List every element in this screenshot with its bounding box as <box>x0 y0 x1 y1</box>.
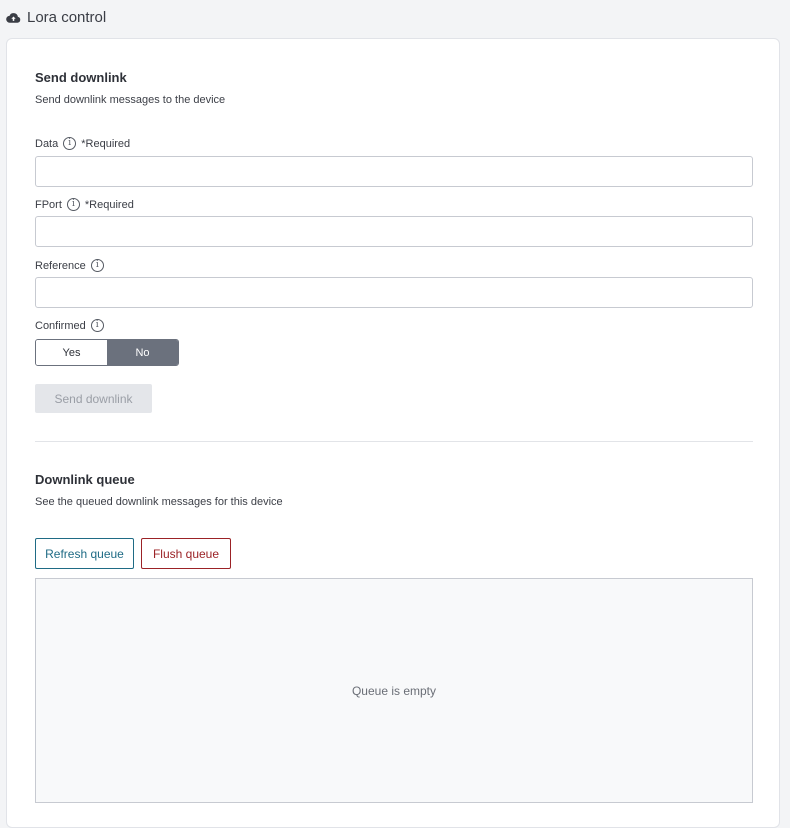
confirmed-field-label: Confirmed i <box>35 319 104 332</box>
send-downlink-title: Send downlink <box>35 70 127 85</box>
required-indicator: *Required <box>84 198 134 211</box>
confirmed-yes-option[interactable]: Yes <box>36 340 107 365</box>
page-title: Lora control <box>27 9 107 26</box>
downlink-queue-subtitle: See the queued downlink messages for thi… <box>35 496 283 508</box>
confirmed-label-text: Confirmed <box>35 319 86 332</box>
downlink-queue-title: Downlink queue <box>35 472 135 487</box>
downlink-queue-list: Queue is empty <box>35 578 753 803</box>
page-header: Lora control <box>6 9 106 26</box>
send-downlink-button[interactable]: Send downlink <box>35 384 152 413</box>
reference-label-text: Reference <box>35 259 86 272</box>
queue-empty-message: Queue is empty <box>351 683 437 698</box>
confirmed-toggle: Yes No <box>35 339 179 366</box>
info-icon[interactable]: i <box>66 198 80 211</box>
lora-control-card: Send downlink Send downlink messages to … <box>6 38 780 828</box>
cloud-upload-icon <box>6 12 21 23</box>
confirmed-no-option[interactable]: No <box>107 340 178 365</box>
fport-input[interactable] <box>35 216 753 247</box>
flush-queue-button[interactable]: Flush queue <box>141 538 231 569</box>
send-downlink-subtitle: Send downlink messages to the device <box>35 94 226 106</box>
section-divider <box>35 441 753 442</box>
info-icon[interactable]: i <box>90 259 104 272</box>
required-indicator: *Required <box>81 137 131 150</box>
data-label-text: Data <box>35 137 59 150</box>
fport-field-label: FPort i *Required <box>35 198 134 211</box>
reference-field-label: Reference i <box>35 259 104 272</box>
data-input[interactable] <box>35 156 753 187</box>
fport-label-text: FPort <box>35 198 62 211</box>
refresh-queue-button[interactable]: Refresh queue <box>35 538 134 569</box>
info-icon[interactable]: i <box>63 137 77 150</box>
data-field-label: Data i *Required <box>35 137 130 150</box>
info-icon[interactable]: i <box>90 319 104 332</box>
reference-input[interactable] <box>35 277 753 308</box>
